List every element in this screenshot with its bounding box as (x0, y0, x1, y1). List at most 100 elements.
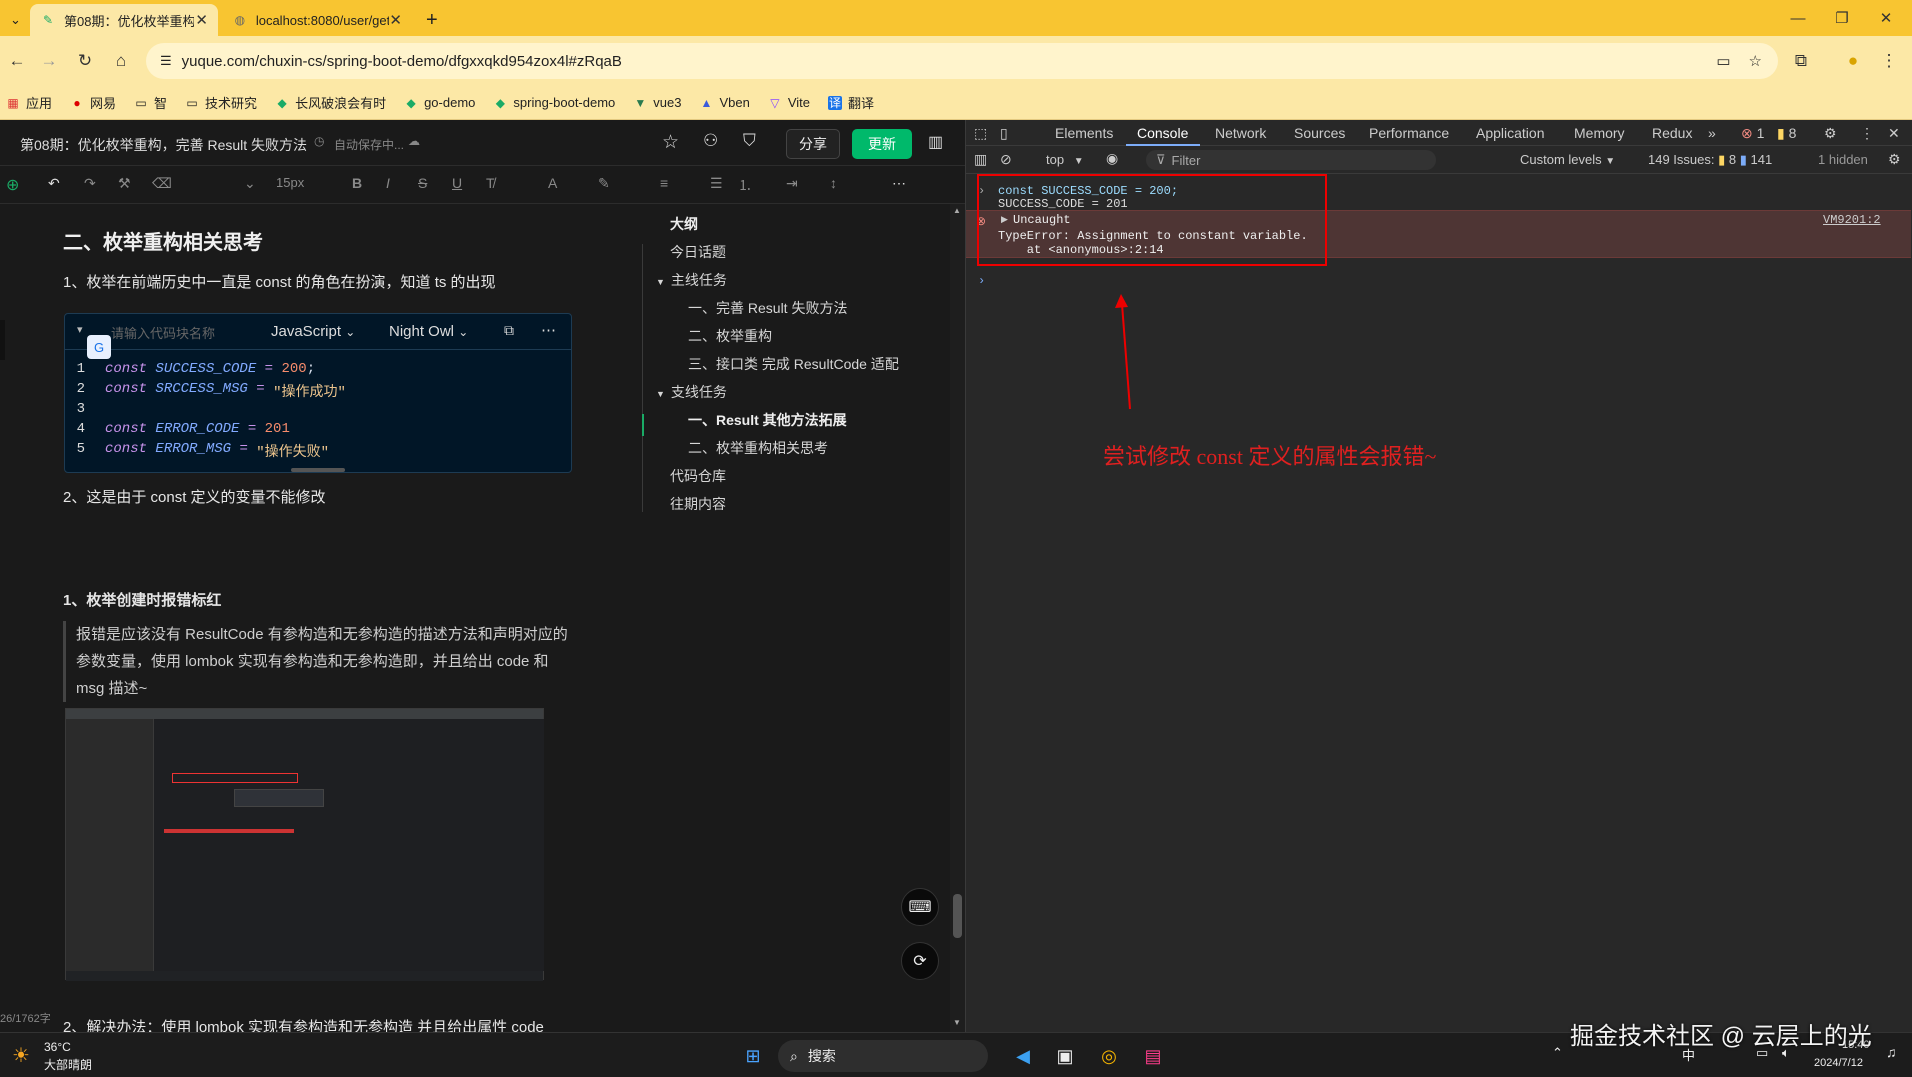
scroll-up-arrow[interactable]: ▲ (953, 206, 961, 215)
text-style-icon[interactable]: T̸ (486, 175, 495, 191)
close-icon[interactable]: ✕ (195, 11, 208, 29)
copy-icon[interactable]: ⧉ (504, 322, 514, 339)
outline-item[interactable]: 三、接口类 完成 ResultCode 适配 (688, 354, 899, 374)
outline-item[interactable]: 今日话题 (670, 242, 726, 262)
strikethrough-icon[interactable]: S (418, 175, 427, 191)
scroll-down-arrow[interactable]: ▼ (953, 1018, 961, 1027)
share-button[interactable]: 分享 (786, 129, 840, 159)
tab-performance[interactable]: Performance (1369, 125, 1449, 141)
outline-item[interactable]: 一、完善 Result 失败方法 (688, 298, 847, 318)
more-tabs-icon[interactable]: » (1708, 125, 1716, 141)
outline-item[interactable]: 代码仓库 (670, 466, 726, 486)
font-size-select[interactable]: 15px (276, 175, 304, 190)
clear-console-icon[interactable]: ⊘ (1000, 151, 1012, 168)
log-levels-select[interactable]: Custom levels ▼ (1520, 152, 1615, 167)
tab-yuque[interactable]: ✎ 第08期：优化枚举重构，完善 R ✕ (30, 4, 218, 36)
present-icon[interactable]: ⛉ (743, 131, 756, 151)
ide-screenshot-image[interactable] (65, 708, 544, 981)
tab-search-button[interactable]: ⌄ (0, 4, 30, 36)
more-icon[interactable]: ⋯ (892, 175, 906, 192)
notification-bell-icon[interactable]: ♫ (1886, 1044, 1897, 1060)
eye-icon[interactable]: ◉ (1106, 150, 1118, 167)
highlight-icon[interactable]: ✎ (598, 175, 610, 192)
outline-item[interactable]: ▼ 主线任务 (656, 270, 727, 290)
ordered-list-icon[interactable]: ⒈ (738, 175, 752, 195)
bullet-list-icon[interactable]: ☰ (710, 175, 723, 192)
error-source-link[interactable]: VM9201:2 (1823, 213, 1881, 227)
translate-icon[interactable]: G (87, 335, 111, 359)
update-button[interactable]: 更新 (852, 129, 912, 159)
outline-item[interactable]: 二、枚举重构相关思考 (688, 438, 828, 458)
tab-network[interactable]: Network (1215, 125, 1266, 141)
address-bar[interactable]: ☰ yuque.com/chuxin-cs/spring-boot-demo/d… (146, 43, 1778, 79)
settings-icon[interactable]: ⚙ (1824, 125, 1837, 142)
new-tab-button[interactable]: + (416, 4, 446, 36)
chevron-down-icon[interactable]: ⌄ (244, 175, 256, 192)
device-toolbar-icon[interactable]: ▯ (1000, 125, 1008, 142)
italic-icon[interactable]: I (386, 175, 390, 191)
taskbar-search[interactable]: ⌕ 搜索 (778, 1040, 988, 1072)
profile-icon[interactable]: ● (1840, 48, 1866, 74)
bookmark-folder[interactable]: ▭ 技术研究 (185, 93, 257, 112)
console-settings-icon[interactable]: ⚙ (1888, 151, 1901, 168)
outline-item[interactable]: 往期内容 (670, 494, 726, 514)
undo-icon[interactable]: ↶ (48, 175, 60, 192)
keyboard-shortcuts-button[interactable]: ⌨ (901, 888, 939, 926)
sync-button[interactable]: ⟳ (901, 942, 939, 980)
scroll-thumb[interactable] (953, 894, 962, 938)
bookmark-netease[interactable]: ● 网易 (70, 93, 116, 112)
vscode-icon[interactable]: ◀ (1008, 1041, 1038, 1071)
redo-icon[interactable]: ↷ (84, 175, 96, 192)
line-height-icon[interactable]: ↕ (830, 175, 837, 191)
bookmark-apps[interactable]: ▦ 应用 (6, 93, 52, 112)
filter-input[interactable]: ⊽ Filter (1146, 150, 1436, 170)
close-devtools-icon[interactable]: ✕ (1888, 125, 1900, 142)
language-select[interactable]: JavaScript ⌄ (271, 323, 355, 340)
restore-button[interactable]: ❐ (1820, 0, 1864, 36)
sidebar-toggle-icon[interactable]: ▥ (928, 132, 943, 152)
code-scroll-handle[interactable] (291, 468, 345, 472)
terminal-icon[interactable]: ▣ (1050, 1041, 1080, 1071)
collapse-icon[interactable]: ▾ (77, 323, 83, 336)
minimize-button[interactable]: — (1776, 0, 1820, 36)
tab-elements[interactable]: Elements (1055, 125, 1113, 141)
more-icon[interactable]: ⋯ (541, 321, 556, 339)
format-painter-icon[interactable]: ⚒ (118, 175, 131, 192)
tab-sources[interactable]: Sources (1294, 125, 1345, 141)
bookmark-vite[interactable]: ▽ Vite (768, 95, 810, 110)
inspect-element-icon[interactable]: ⬚ (974, 125, 987, 142)
site-info-icon[interactable]: ☰ (160, 53, 172, 69)
tray-overflow-icon[interactable]: ⌃ (1552, 1045, 1563, 1061)
kebab-menu-icon[interactable]: ⋮ (1860, 125, 1874, 142)
star-icon[interactable]: ☆ (662, 131, 679, 154)
theme-select[interactable]: Night Owl ⌄ (389, 323, 468, 340)
outline-item[interactable]: 一、Result 其他方法拓展 (688, 410, 847, 430)
add-block-icon[interactable]: ⊕ (6, 175, 19, 195)
side-handle[interactable] (0, 320, 5, 360)
bookmark-vben[interactable]: ▲ Vben (699, 95, 750, 110)
install-icon[interactable]: ▭ (1716, 52, 1730, 70)
bold-icon[interactable]: B (352, 175, 362, 191)
chrome-icon[interactable]: ◎ (1094, 1041, 1124, 1071)
outline-item[interactable]: 二、枚举重构 (688, 326, 772, 346)
reload-button[interactable]: ↻ (72, 48, 98, 74)
back-button[interactable]: ← (4, 48, 30, 74)
bookmark-folder[interactable]: ▭ 智 (134, 93, 167, 112)
tab-redux[interactable]: Redux (1652, 125, 1692, 141)
tab-memory[interactable]: Memory (1574, 125, 1625, 141)
bookmark-translate[interactable]: 译翻译 (828, 93, 874, 112)
tab-application[interactable]: Application (1476, 125, 1545, 141)
indent-icon[interactable]: ⇥ (786, 175, 798, 192)
console-prompt[interactable]: › (978, 274, 985, 288)
tab-console[interactable]: Console (1137, 125, 1188, 141)
editor-scrollbar[interactable]: ▲ ▼ (950, 204, 965, 1032)
bookmark-yuque[interactable]: ◆ go-demo (404, 95, 475, 110)
warning-counter[interactable]: ▮ 8 (1777, 125, 1796, 142)
outline-item[interactable]: ▼ 支线任务 (656, 382, 727, 402)
font-color-icon[interactable]: A (548, 175, 557, 191)
weather-icon[interactable]: ☀ (12, 1043, 30, 1068)
bookmark-yuque[interactable]: ◆ spring-boot-demo (493, 95, 616, 110)
issues-button[interactable]: 149 Issues: ▮ 8 ▮ 141 (1648, 152, 1772, 168)
star-icon[interactable]: ☆ (1749, 52, 1762, 70)
extensions-icon[interactable]: ⧉ (1788, 48, 1814, 74)
